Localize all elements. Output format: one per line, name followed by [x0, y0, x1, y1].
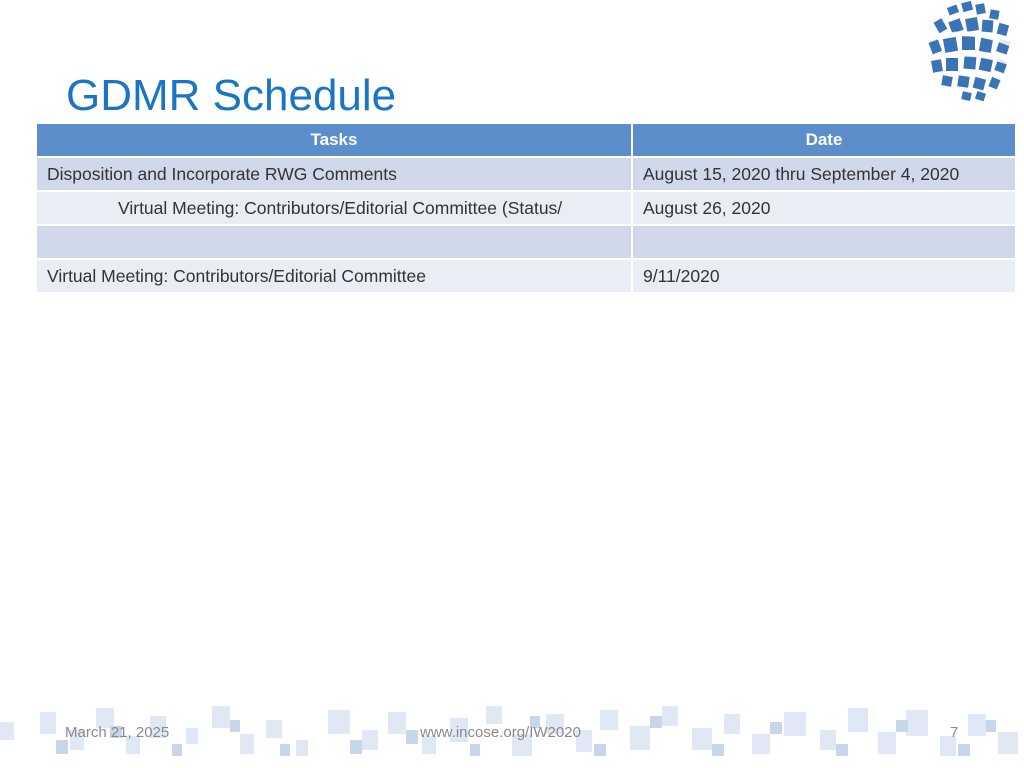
slide-title: GDMR Schedule [66, 71, 397, 120]
table-row: Virtual Meeting: Contributors/Editorial … [37, 192, 1015, 226]
date-cell [633, 226, 1015, 260]
task-cell: Virtual Meeting: Contributors/Editorial … [37, 260, 633, 294]
footer-date: March 21, 2025 [65, 724, 170, 741]
date-cell: August 15, 2020 thru September 4, 2020 [633, 158, 1015, 192]
task-cell [37, 226, 633, 260]
task-cell: Virtual Meeting: Contributors/Editorial … [37, 192, 633, 226]
schedule-table: Tasks Date Disposition and Incorporate R… [37, 124, 1015, 294]
footer-page-number: 7 [950, 724, 959, 741]
table-row [37, 226, 1015, 260]
table-header-row: Tasks Date [37, 124, 1015, 158]
footer-url: www.incose.org/IW2020 [420, 724, 581, 741]
incose-globe-logo-icon [924, 0, 1020, 102]
table-row: Disposition and Incorporate RWG Comments… [37, 158, 1015, 192]
date-cell: August 26, 2020 [633, 192, 1015, 226]
column-header-tasks: Tasks [37, 124, 633, 158]
column-header-date: Date [633, 124, 1015, 158]
date-cell: 9/11/2020 [633, 260, 1015, 294]
slide: GDMR Schedule Tasks Date Disposition and… [0, 0, 1024, 768]
table-row: Virtual Meeting: Contributors/Editorial … [37, 260, 1015, 294]
task-cell: Disposition and Incorporate RWG Comments [37, 158, 633, 192]
